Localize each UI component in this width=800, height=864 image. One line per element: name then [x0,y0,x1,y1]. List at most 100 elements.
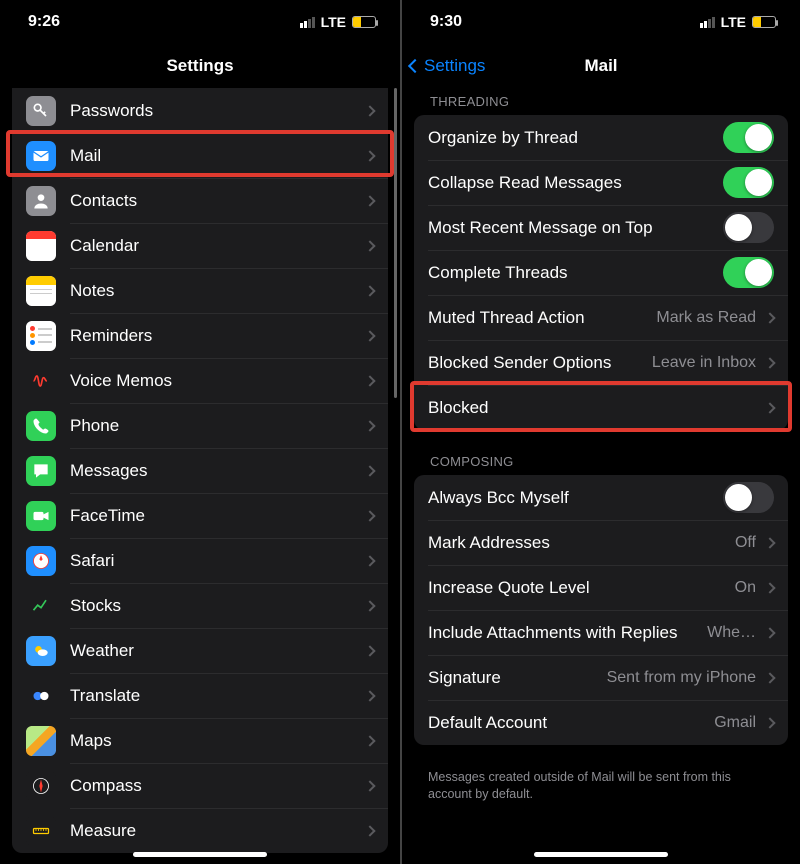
row-default-account[interactable]: Default AccountGmail [414,700,788,745]
toggle-collapse-read-messages[interactable] [723,167,774,198]
settings-row-safari[interactable]: Safari [12,538,388,583]
phone-icon [26,411,56,441]
settings-row-passwords[interactable]: Passwords [12,88,388,133]
row-label: Include Attachments with Replies [428,623,707,643]
settings-row-stocks[interactable]: Stocks [12,583,388,628]
battery-icon [352,16,376,28]
row-blocked[interactable]: Blocked [414,385,788,430]
section-header-threading: THREADING [402,88,800,115]
chevron-right-icon [764,312,775,323]
settings-list[interactable]: Passwords Mail Contacts Calendar Notes Remind… [0,88,400,864]
section-header-composing: COMPOSING [402,448,800,475]
compass-icon [26,546,56,576]
row-always-bcc-myself[interactable]: Always Bcc Myself [414,475,788,520]
row-label: Safari [70,551,356,571]
settings-row-compass[interactable]: Compass [12,763,388,808]
back-button[interactable]: Settings [410,44,485,88]
chevron-right-icon [364,825,375,836]
home-indicator [534,852,668,857]
settings-row-reminders[interactable]: Reminders [12,313,388,358]
row-include-attachments-with-replies[interactable]: Include Attachments with RepliesWhe… [414,610,788,655]
chevron-right-icon [764,672,775,683]
row-label: Contacts [70,191,356,211]
row-collapse-read-messages[interactable]: Collapse Read Messages [414,160,788,205]
settings-row-translate[interactable]: Translate [12,673,388,718]
chevron-right-icon [364,555,375,566]
page-title: Settings [166,56,233,76]
row-label: Voice Memos [70,371,356,391]
settings-row-messages[interactable]: Messages [12,448,388,493]
settings-row-facetime[interactable]: FaceTime [12,493,388,538]
toggle-always-bcc-myself[interactable] [723,482,774,513]
row-mark-addresses[interactable]: Mark AddressesOff [414,520,788,565]
chevron-right-icon [364,780,375,791]
row-label: Mail [70,146,356,166]
row-label: Always Bcc Myself [428,488,723,508]
row-label: Signature [428,668,607,688]
row-most-recent-message-on-top[interactable]: Most Recent Message on Top [414,205,788,250]
signal-icon [300,17,315,28]
video-icon [26,501,56,531]
navbar: Settings [0,44,400,88]
settings-row-maps[interactable]: Maps [12,718,388,763]
row-value: Leave in Inbox [652,354,756,372]
settings-row-notes[interactable]: Notes [12,268,388,313]
mail-settings-screen: 9:30 LTE Settings Mail THREADING Organiz… [400,0,800,864]
back-label: Settings [424,56,485,76]
row-label: Complete Threads [428,263,723,283]
settings-row-measure[interactable]: Measure [12,808,388,853]
row-muted-thread-action[interactable]: Muted Thread ActionMark as Read [414,295,788,340]
row-value: Gmail [714,714,756,732]
settings-row-weather[interactable]: Weather [12,628,388,673]
row-label: Maps [70,731,356,751]
chevron-right-icon [364,105,375,116]
carrier-label: LTE [721,14,746,30]
row-label: Phone [70,416,356,436]
row-label: Passwords [70,101,356,121]
toggle-complete-threads[interactable] [723,257,774,288]
translate-icon [26,681,56,711]
row-value: Sent from my iPhone [607,669,756,687]
row-label: Translate [70,686,356,706]
row-label: Compass [70,776,356,796]
row-organize-by-thread[interactable]: Organize by Thread [414,115,788,160]
settings-row-calendar[interactable]: Calendar [12,223,388,268]
notes-icon [26,276,56,306]
chevron-right-icon [764,537,775,548]
row-label: Measure [70,821,356,841]
row-label: Most Recent Message on Top [428,218,723,238]
toggle-most-recent-message-on-top[interactable] [723,212,774,243]
home-indicator [133,852,267,857]
row-label: Blocked Sender Options [428,353,652,373]
row-increase-quote-level[interactable]: Increase Quote LevelOn [414,565,788,610]
row-complete-threads[interactable]: Complete Threads [414,250,788,295]
chevron-right-icon [364,645,375,656]
chevron-right-icon [764,717,775,728]
settings-row-contacts[interactable]: Contacts [12,178,388,223]
chevron-right-icon [364,375,375,386]
row-blocked-sender-options[interactable]: Blocked Sender OptionsLeave in Inbox [414,340,788,385]
bubble-icon [26,456,56,486]
row-label: Notes [70,281,356,301]
row-label: Reminders [70,326,356,346]
row-label: Increase Quote Level [428,578,735,598]
row-signature[interactable]: SignatureSent from my iPhone [414,655,788,700]
envelope-icon [26,141,56,171]
row-value: Off [735,534,756,552]
compass2-icon [26,771,56,801]
reminders-icon [26,321,56,351]
settings-row-voice-memos[interactable]: Voice Memos [12,358,388,403]
row-label: Organize by Thread [428,128,723,148]
settings-row-phone[interactable]: Phone [12,403,388,448]
maps-icon [26,726,56,756]
row-label: Calendar [70,236,356,256]
measure-icon [26,816,56,846]
status-time: 9:30 [430,13,462,31]
chevron-right-icon [364,510,375,521]
row-value: On [735,579,756,597]
chevron-right-icon [764,357,775,368]
chevron-right-icon [364,735,375,746]
settings-row-mail[interactable]: Mail [12,133,388,178]
mail-settings-list[interactable]: THREADING Organize by Thread Collapse Rea… [402,88,800,864]
toggle-organize-by-thread[interactable] [723,122,774,153]
